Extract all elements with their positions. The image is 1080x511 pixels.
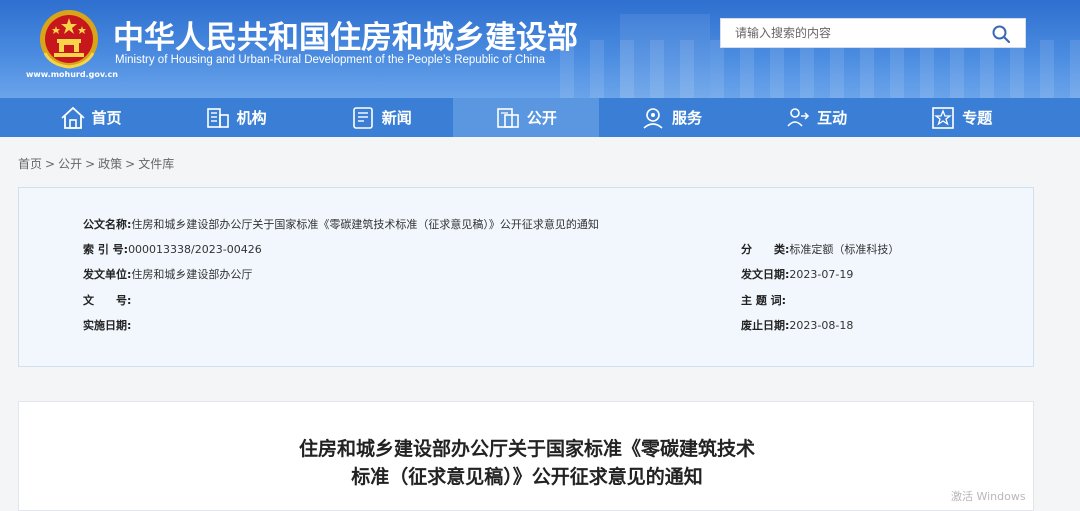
nav-item-label: 新闻 xyxy=(381,109,412,127)
meta-expiry-row: 废止日期:2023-08-18 xyxy=(741,317,853,333)
nav-item-service[interactable]: 服务 xyxy=(599,98,744,137)
meta-label: 主 题 词: xyxy=(741,294,787,307)
document-metadata: 公文名称:住房和城乡建设部办公厅关于国家标准《零碳建筑技术标准（征求意见稿）》公… xyxy=(18,187,1034,367)
home-icon xyxy=(60,105,86,131)
meta-label: 索 引 号: xyxy=(83,243,129,256)
search-input[interactable] xyxy=(721,19,981,47)
nav-item-home[interactable]: 首页 xyxy=(18,98,163,137)
nav-item-label: 机构 xyxy=(236,109,267,127)
meta-label: 废止日期: xyxy=(741,319,790,332)
meta-category-row: 分 类:标准定额（标准科技） xyxy=(741,241,899,257)
document-content: 住房和城乡建设部办公厅关于国家标准《零碳建筑技术 标准（征求意见稿）》公开征求意… xyxy=(18,401,1034,511)
service-icon xyxy=(640,105,666,131)
breadcrumb: 首页 > 公开 > 政策 > 文件库 xyxy=(18,155,174,172)
meta-issue-date-row: 发文日期:2023-07-19 xyxy=(741,266,853,282)
meta-value: 住房和城乡建设部办公厅关于国家标准《零碳建筑技术标准（征求意见稿）》公开征求意见… xyxy=(131,218,599,231)
nav-item-label: 服务 xyxy=(672,109,703,127)
site-title-en: Ministry of Housing and Urban-Rural Deve… xyxy=(115,54,545,66)
meta-value: 2023-08-18 xyxy=(789,319,854,332)
meta-value: 标准定额（标准科技） xyxy=(789,243,900,256)
breadcrumb-public[interactable]: 公开 xyxy=(58,157,82,171)
meta-label: 实施日期: xyxy=(83,319,132,332)
meta-label: 分 类: xyxy=(741,243,790,256)
meta-label: 发文日期: xyxy=(741,268,790,281)
meta-effective-row: 实施日期: xyxy=(83,317,131,333)
nav-item-news[interactable]: 新闻 xyxy=(308,98,453,137)
breadcrumb-separator: > xyxy=(45,157,56,171)
site-url[interactable]: www.mohurd.gov.cn xyxy=(26,70,118,79)
star-icon xyxy=(930,105,956,131)
meta-label: 文 号: xyxy=(83,294,132,307)
meta-index-row: 索 引 号:000013338/2023-00426 xyxy=(83,241,262,257)
windows-activation-watermark: 激活 Windows xyxy=(951,490,1026,503)
meta-issuer-row: 发文单位:住房和城乡建设部办公厅 xyxy=(83,266,252,282)
breadcrumb-separator: > xyxy=(125,157,136,171)
breadcrumb-policy[interactable]: 政策 xyxy=(98,157,122,171)
nav-item-topics[interactable]: 专题 xyxy=(889,98,1034,137)
meta-doc-no-row: 文 号: xyxy=(83,292,131,308)
document-title-line: 住房和城乡建设部办公厅关于国家标准《零碳建筑技术 xyxy=(298,438,755,460)
document-title-line: 标准（征求意见稿）》公开征求意见的通知 xyxy=(351,466,703,488)
breadcrumb-home[interactable]: 首页 xyxy=(18,157,42,171)
document-title: 住房和城乡建设部办公厅关于国家标准《零碳建筑技术 标准（征求意见稿）》公开征求意… xyxy=(19,435,1035,491)
news-icon xyxy=(350,105,376,131)
meta-value: 000013338/2023-00426 xyxy=(128,243,262,256)
nav-item-label: 公开 xyxy=(526,109,557,127)
search-icon[interactable] xyxy=(991,24,1011,44)
breadcrumb-separator: > xyxy=(85,157,96,171)
building-icon xyxy=(205,105,231,131)
national-emblem-icon[interactable] xyxy=(37,9,101,71)
public-icon xyxy=(495,105,521,131)
site-header: www.mohurd.gov.cn 中华人民共和国住房和城乡建设部 Minist… xyxy=(0,0,1080,98)
meta-label: 公文名称: xyxy=(83,218,132,231)
search-box xyxy=(720,18,1026,48)
meta-value: 2023-07-19 xyxy=(789,268,854,281)
breadcrumb-library[interactable]: 文件库 xyxy=(138,157,174,171)
meta-label: 发文单位: xyxy=(83,268,132,281)
main-nav: 首页 机构 新闻 公开 服务 互动 专题 xyxy=(0,98,1080,137)
nav-item-label: 首页 xyxy=(91,109,122,127)
nav-item-interact[interactable]: 互动 xyxy=(744,98,889,137)
meta-value: 住房和城乡建设部办公厅 xyxy=(131,268,253,281)
meta-subject-row: 主 题 词: xyxy=(741,292,786,308)
meta-title-row: 公文名称:住房和城乡建设部办公厅关于国家标准《零碳建筑技术标准（征求意见稿）》公… xyxy=(83,216,599,232)
nav-item-label: 互动 xyxy=(817,109,848,127)
site-title-cn[interactable]: 中华人民共和国住房和城乡建设部 xyxy=(113,12,578,57)
nav-item-label: 专题 xyxy=(962,109,993,127)
interact-icon xyxy=(785,105,811,131)
header-building-background xyxy=(620,14,710,98)
nav-item-organization[interactable]: 机构 xyxy=(163,98,308,137)
nav-item-public[interactable]: 公开 xyxy=(453,98,599,137)
